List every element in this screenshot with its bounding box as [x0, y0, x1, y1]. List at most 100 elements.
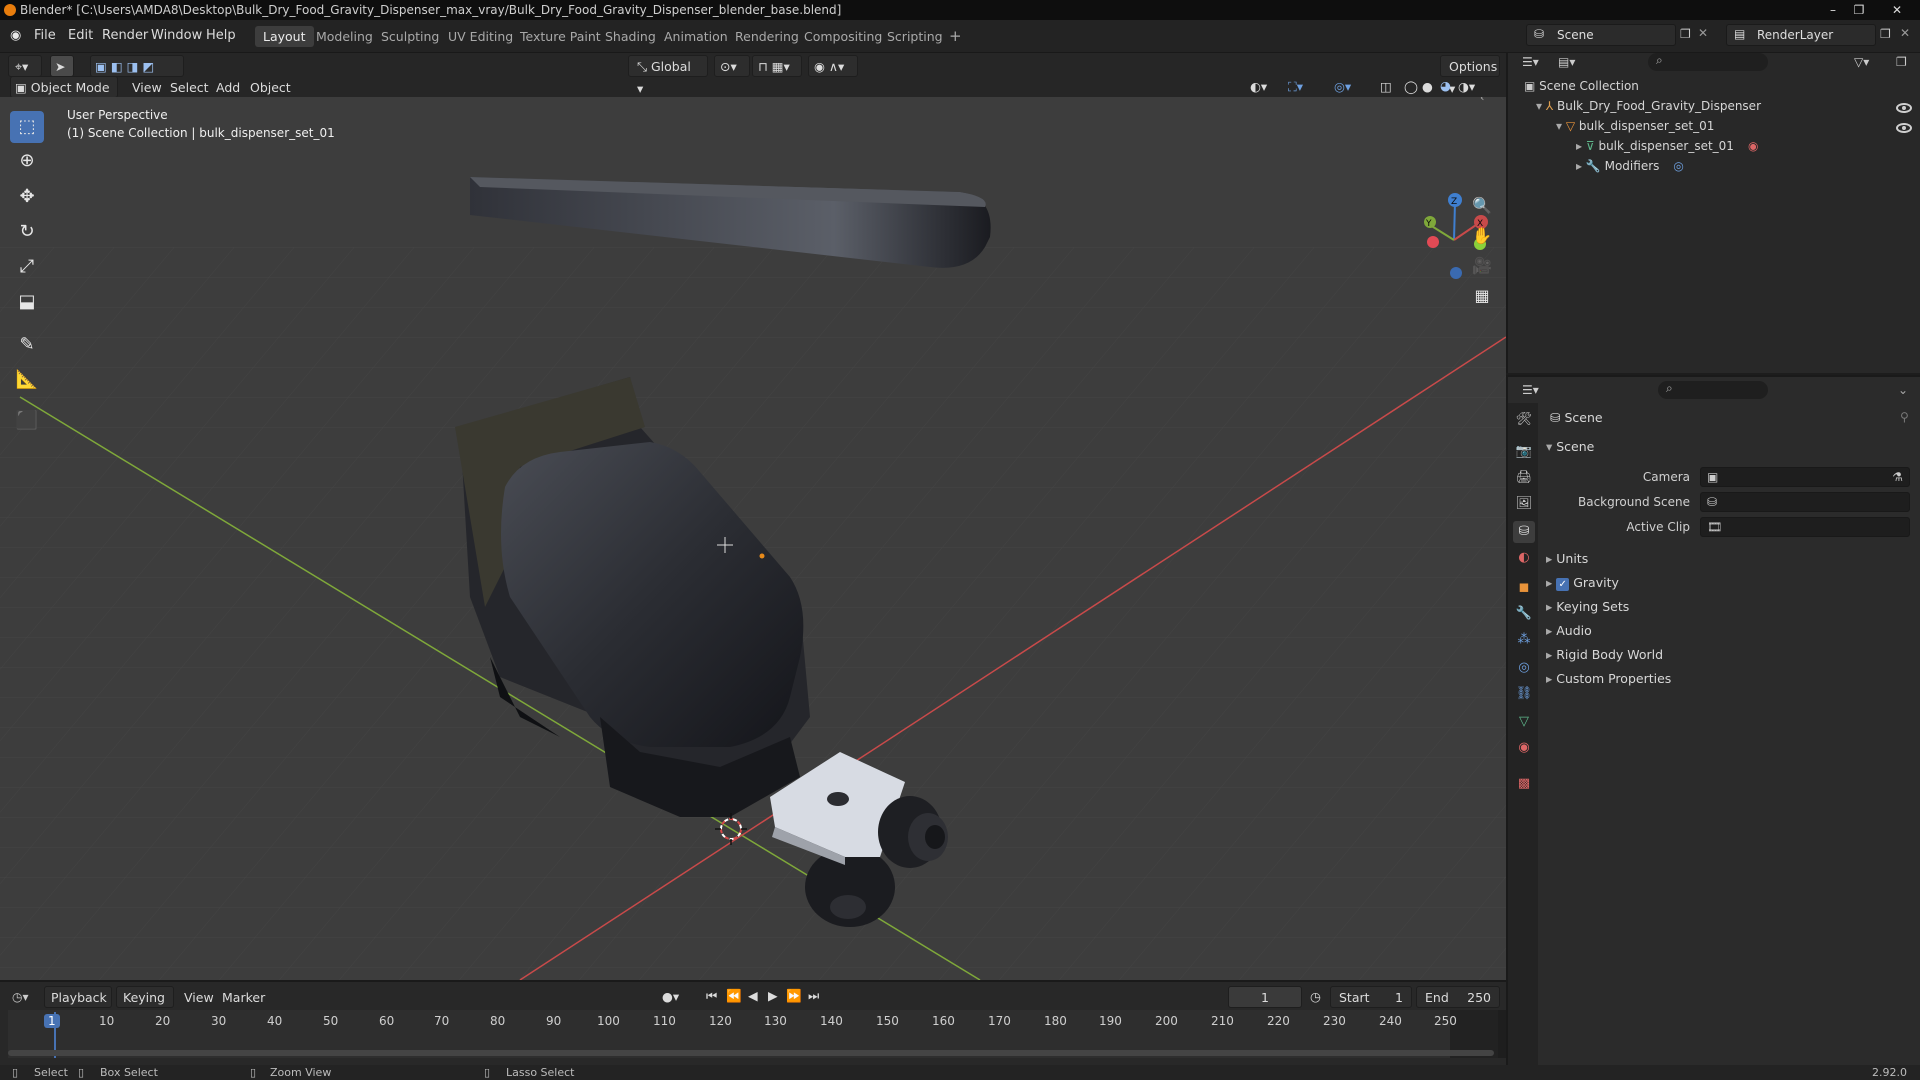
- output-tab-icon[interactable]: 🖨: [1513, 467, 1535, 489]
- shading-solid-icon[interactable]: ●: [1422, 79, 1433, 94]
- auto-keying-icon[interactable]: ●▾: [662, 989, 679, 1004]
- select-tool-icon[interactable]: ➤: [50, 55, 74, 77]
- timeline-scrollbar[interactable]: [8, 1050, 1494, 1056]
- delete-scene-icon[interactable]: ✕: [1698, 26, 1708, 40]
- snap-icon[interactable]: ⊓ ▦▾: [752, 55, 802, 77]
- active-clip-field[interactable]: 🎞: [1700, 517, 1910, 537]
- visibility-eye-icon[interactable]: [1896, 103, 1912, 113]
- pin-icon[interactable]: ⚲: [1900, 410, 1909, 424]
- 3d-viewport[interactable]: Z X Y ‹: [0, 97, 1506, 980]
- tab-uv-editing[interactable]: UV Editing: [440, 26, 521, 47]
- proportional-edit-icon[interactable]: ◉ ∧▾: [808, 55, 858, 77]
- close-button[interactable]: ✕: [1880, 2, 1914, 18]
- gravity-checkbox[interactable]: ✓: [1556, 578, 1570, 591]
- add-cube-tool-icon[interactable]: ⬛: [10, 405, 44, 437]
- prev-keyframe-icon[interactable]: ⏪: [726, 988, 742, 1004]
- physics-tab-icon[interactable]: ◎: [1513, 657, 1535, 679]
- visibility-eye-icon[interactable]: [1896, 123, 1912, 133]
- gizmo-icon[interactable]: ⛶▾: [1288, 79, 1303, 95]
- transform-tool-icon[interactable]: ⬓: [10, 286, 44, 318]
- timeline-tick[interactable]: 1: [44, 1014, 60, 1028]
- section-gravity[interactable]: ▸ ✓ Gravity: [1546, 575, 1619, 591]
- measure-tool-icon[interactable]: 📐: [10, 364, 44, 396]
- tab-modeling[interactable]: Modeling: [308, 26, 381, 47]
- view-layer-tab-icon[interactable]: 🖼: [1513, 493, 1535, 515]
- delete-renderlayer-icon[interactable]: ✕: [1900, 26, 1910, 40]
- outliner-item[interactable]: ▸ 🔧 Modifiers ◎: [1576, 159, 1684, 173]
- move-tool-icon[interactable]: ✥: [10, 181, 44, 213]
- display-mode-icon[interactable]: ▤▾: [1558, 55, 1575, 69]
- camera-field[interactable]: ▣ ⚗: [1700, 467, 1910, 487]
- add-workspace-button[interactable]: +: [941, 26, 970, 47]
- menu-render[interactable]: Render: [102, 28, 148, 43]
- filter-icon[interactable]: ▽▾: [1854, 55, 1869, 69]
- tab-compositing[interactable]: Compositing: [796, 26, 890, 47]
- start-frame-field[interactable]: Start 1: [1330, 986, 1412, 1008]
- constraints-tab-icon[interactable]: ⛓: [1513, 683, 1535, 705]
- rotate-tool-icon[interactable]: ↻: [10, 216, 44, 248]
- current-frame-field[interactable]: 1: [1228, 986, 1302, 1008]
- tab-scripting[interactable]: Scripting: [879, 26, 951, 47]
- options-dropdown[interactable]: Options ▾: [1440, 55, 1500, 96]
- play-icon[interactable]: ▶: [768, 988, 778, 1003]
- jump-end-icon[interactable]: ⏭: [808, 988, 819, 1004]
- shading-material-icon[interactable]: ◕: [1440, 78, 1451, 93]
- overlay-icon[interactable]: ◎▾: [1334, 79, 1351, 94]
- play-reverse-icon[interactable]: ◀: [748, 988, 758, 1003]
- expand-icon[interactable]: ▸: [1576, 139, 1586, 153]
- menu-help[interactable]: Help: [206, 28, 236, 43]
- material-icon[interactable]: ◉: [1748, 139, 1758, 153]
- cursor-tool-icon[interactable]: ⊕: [10, 145, 44, 177]
- world-tab-icon[interactable]: ◐: [1513, 547, 1535, 569]
- object-mode-dropdown[interactable]: ▣ Object Mode ▾: [10, 76, 118, 117]
- section-keying-sets[interactable]: ▸ Keying Sets: [1546, 599, 1629, 614]
- scene-tab-icon[interactable]: ⛁: [1513, 521, 1535, 543]
- tab-shading[interactable]: Shading: [597, 26, 664, 47]
- selection-mode-icons[interactable]: ▣ ◧ ◨ ◩: [90, 55, 184, 77]
- annotate-tool-icon[interactable]: ✎: [10, 329, 44, 361]
- menu-object[interactable]: Object: [250, 80, 291, 95]
- timeline-menu-view[interactable]: View: [184, 990, 214, 1005]
- menu-view[interactable]: View: [132, 80, 162, 95]
- outliner-item[interactable]: ▸ ⊽ bulk_dispenser_set_01 ◉: [1576, 139, 1758, 153]
- scale-tool-icon[interactable]: ⤢: [10, 251, 44, 283]
- section-units[interactable]: ▸ Units: [1546, 551, 1588, 566]
- transform-orientation-dropdown[interactable]: ⤡ Global ▾: [628, 55, 708, 96]
- menu-select[interactable]: Select: [170, 80, 209, 95]
- expand-icon[interactable]: ▾: [1536, 99, 1546, 113]
- properties-editor-type-icon[interactable]: ☰▾: [1522, 383, 1539, 397]
- scene-panel-header[interactable]: ▾ Scene: [1546, 439, 1594, 454]
- select-box-tool-icon[interactable]: ⬚: [10, 111, 44, 143]
- maximize-button[interactable]: ❐: [1848, 2, 1870, 18]
- keying-dropdown[interactable]: Keying ▾: [116, 986, 174, 1027]
- menu-window[interactable]: Window: [151, 28, 202, 43]
- new-collection-icon[interactable]: ❐: [1896, 55, 1907, 69]
- modifier-icon[interactable]: ◎: [1673, 159, 1683, 173]
- playback-dropdown[interactable]: Playback ▾: [44, 986, 112, 1027]
- new-renderlayer-icon[interactable]: ❐: [1880, 27, 1891, 41]
- menu-file[interactable]: File: [34, 28, 56, 43]
- section-rigid-body-world[interactable]: ▸ Rigid Body World: [1546, 647, 1663, 662]
- properties-search-input[interactable]: ⌕: [1658, 381, 1768, 399]
- camera-icon[interactable]: 🎥: [1468, 252, 1496, 280]
- grid-icon[interactable]: ▦: [1468, 282, 1496, 310]
- render-tab-icon[interactable]: 📷: [1513, 441, 1535, 463]
- tab-texture-paint[interactable]: Texture Paint: [512, 26, 609, 47]
- outliner-item[interactable]: ▾ ▽ bulk_dispenser_set_01: [1556, 119, 1714, 133]
- end-frame-field[interactable]: End 250: [1416, 986, 1500, 1008]
- jump-start-icon[interactable]: ⏮: [706, 988, 717, 1004]
- outliner-editor-type-icon[interactable]: ☰▾: [1522, 55, 1539, 69]
- modifier-tab-icon[interactable]: 🔧: [1513, 603, 1535, 625]
- hand-icon[interactable]: ✋: [1468, 222, 1496, 250]
- renderlayer-selector[interactable]: RenderLayer: [1726, 24, 1876, 46]
- collapse-sidebar-icon[interactable]: ‹: [1480, 97, 1502, 111]
- zoom-icon[interactable]: 🔍: [1468, 192, 1496, 220]
- data-tab-icon[interactable]: ▽: [1513, 711, 1535, 733]
- timeline-menu-marker[interactable]: Marker: [222, 990, 265, 1005]
- outliner-search-input[interactable]: ⌕: [1648, 53, 1768, 71]
- tab-sculpting[interactable]: Sculpting: [373, 26, 447, 47]
- section-custom-properties[interactable]: ▸ Custom Properties: [1546, 671, 1671, 686]
- clock-icon[interactable]: ◷: [1310, 989, 1321, 1004]
- editor-type-icon[interactable]: ⌖▾: [8, 55, 42, 77]
- menu-edit[interactable]: Edit: [68, 28, 93, 43]
